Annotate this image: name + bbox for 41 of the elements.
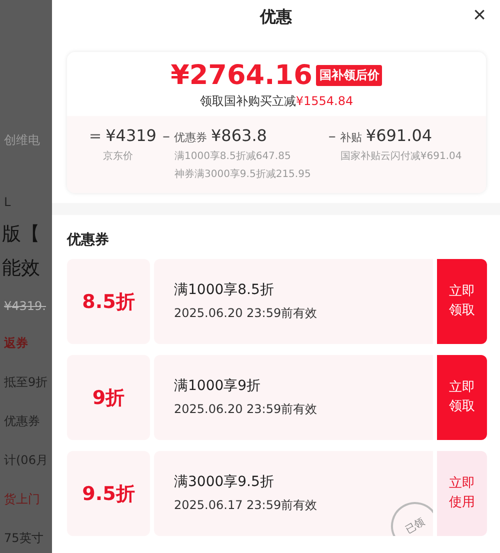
discount-text: 9折 xyxy=(92,386,125,410)
part-amount: ¥4319 xyxy=(106,126,156,145)
page-text: 创维电 xyxy=(4,132,41,149)
close-button[interactable]: × xyxy=(473,4,486,26)
coupon-validity: 2025.06.20 23:59前有效 xyxy=(174,401,318,418)
coupon-validity: 2025.06.20 23:59前有效 xyxy=(174,305,318,322)
part-amount: ¥863.8 xyxy=(210,126,267,145)
discount-text: 8.5折 xyxy=(82,290,135,314)
part-label: 补贴 xyxy=(340,130,362,145)
sheet-title: 优惠 xyxy=(260,6,292,28)
claim-button[interactable]: 立即领取 xyxy=(437,259,487,344)
section-title: 优惠券 xyxy=(66,231,110,250)
part-amount: ¥691.04 xyxy=(366,126,432,145)
part-note: 神券满3000享9.5折减215.95 xyxy=(173,168,312,181)
coupon-condition: 满1000享8.5折 xyxy=(174,281,275,299)
page-text: 能效 xyxy=(2,256,41,281)
part-note: 满1000享8.5折减647.85 xyxy=(173,150,292,163)
part-note: 京东价 xyxy=(102,150,134,163)
operator-sign: – xyxy=(162,127,170,145)
coupon-condition: 满3000享9.5折 xyxy=(174,473,275,491)
page-text: 75英寸 xyxy=(4,530,44,547)
page-text: 返券 xyxy=(4,335,29,352)
coupon-condition: 满1000享9折 xyxy=(174,377,262,395)
saving-text: 领取国补购买立减¥1554.84 xyxy=(200,93,354,110)
page-text: L xyxy=(4,195,12,209)
page-text: 抵至9折 xyxy=(4,374,49,391)
use-button[interactable]: 立即使用 xyxy=(437,451,487,536)
coupon-validity: 2025.06.17 23:59前有效 xyxy=(174,497,318,514)
claim-button[interactable]: 立即领取 xyxy=(437,355,487,440)
page-text: 计(06月 xyxy=(4,452,49,469)
part-label: 优惠券 xyxy=(174,130,207,145)
page-text: ¥4319. xyxy=(4,299,47,313)
operator-sign: – xyxy=(328,127,336,145)
page-text: 版【 xyxy=(2,222,41,247)
page-text: 货上门 xyxy=(4,491,41,508)
discount-text: 9.5折 xyxy=(82,482,135,506)
final-price: ¥2764.16 xyxy=(170,60,312,91)
operator-sign: = xyxy=(89,127,102,145)
part-note: 国家补贴云闪付减¥691.04 xyxy=(339,150,463,163)
price-tag: 国补领后价 xyxy=(316,65,382,86)
page-text: 优惠券 xyxy=(4,413,41,430)
